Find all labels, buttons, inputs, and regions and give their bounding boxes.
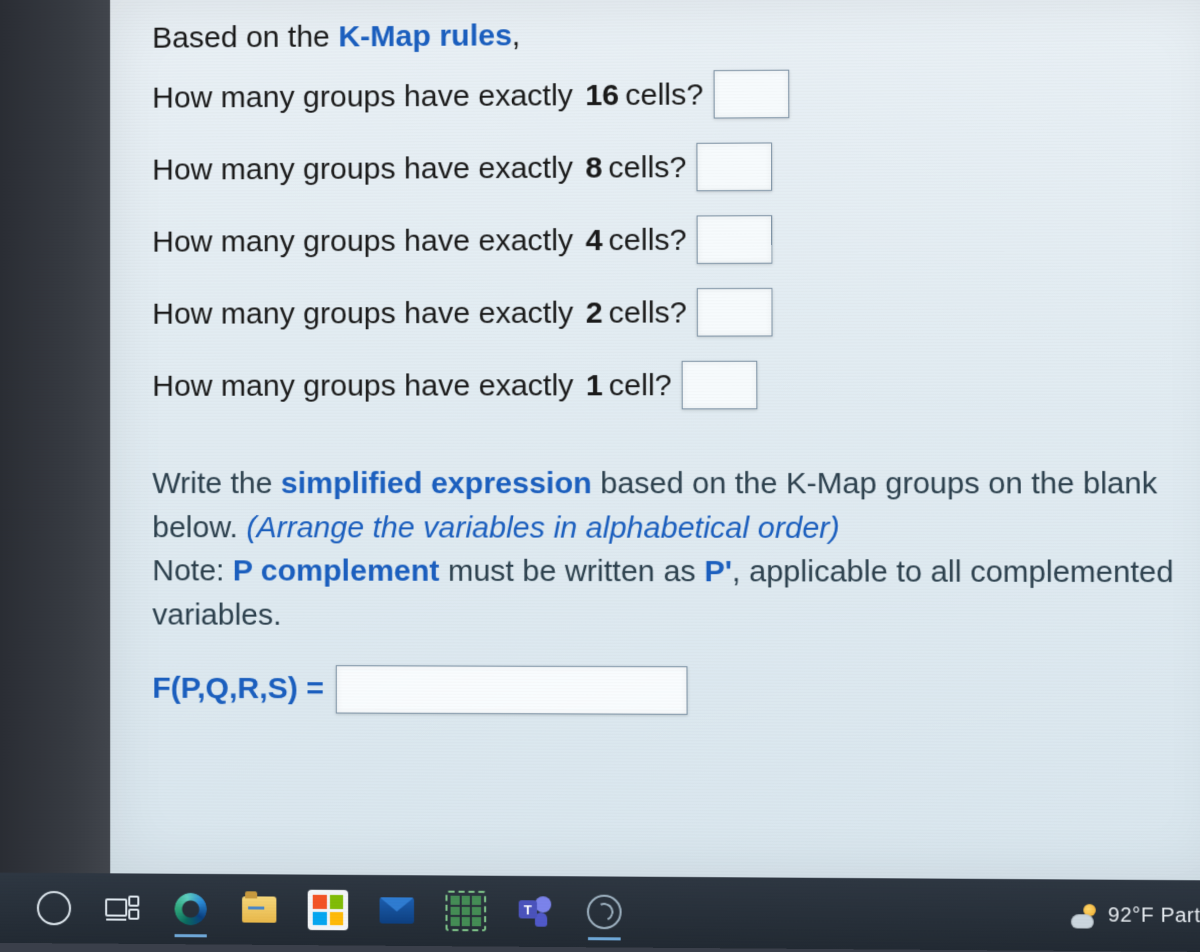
task-view-icon	[105, 894, 139, 922]
intro-prefix: Based on the	[152, 20, 338, 54]
q-text: How many groups have exactly	[152, 148, 573, 189]
teams-button[interactable]: T	[515, 891, 556, 932]
q-number: 8	[585, 148, 602, 187]
answer-input-16[interactable]	[714, 70, 790, 119]
windows-taskbar: T 92°F Partl	[0, 873, 1200, 952]
q-number: 1	[586, 366, 603, 405]
file-explorer-button[interactable]	[239, 889, 279, 930]
quiz-content: Based on the K-Map rules, How many group…	[110, 0, 1200, 880]
q-suffix: cells?	[608, 147, 686, 187]
weather-icon	[1071, 902, 1098, 929]
question-1-cell: How many groups have exactly 1 cell?	[152, 360, 1191, 410]
p-prime-label: P'	[704, 555, 732, 588]
q-suffix: cells?	[608, 220, 686, 260]
intro-line: Based on the K-Map rules,	[152, 14, 1189, 55]
intro-suffix: ,	[512, 19, 521, 52]
q-text: How many groups have exactly	[152, 76, 573, 118]
expression-instructions: Write the simplified expression based on…	[152, 462, 1192, 639]
edge-browser-button[interactable]	[171, 889, 211, 930]
microsoft-store-button[interactable]	[308, 890, 349, 931]
note-pre: Note:	[152, 554, 233, 587]
q-text: How many groups have exactly	[152, 220, 573, 261]
q-number: 16	[585, 75, 619, 114]
weather-text: 92°F Partl	[1108, 904, 1200, 928]
grid-icon	[445, 891, 486, 932]
calculator-button[interactable]	[445, 891, 486, 932]
task-view-button[interactable]	[102, 888, 142, 928]
q-number: 4	[585, 220, 602, 259]
edge-icon	[175, 893, 207, 925]
mail-button[interactable]	[377, 890, 418, 931]
question-8-cells: How many groups have exactly 8 cells?	[152, 140, 1190, 193]
instr-pre: Write the	[152, 467, 281, 500]
circle-icon	[587, 895, 622, 930]
function-label: F(P,Q,R,S) =	[152, 672, 324, 707]
mail-icon	[380, 897, 415, 923]
arrange-note: (Arrange the variables in alphabetical o…	[246, 511, 840, 545]
answer-input-8[interactable]	[697, 142, 773, 191]
teams-icon: T	[519, 896, 552, 927]
p-complement-label: P complement	[233, 554, 440, 588]
q-suffix: cells?	[609, 293, 687, 333]
q-number: 2	[586, 293, 603, 332]
app-button[interactable]	[584, 892, 625, 933]
store-icon	[308, 890, 349, 931]
question-2-cells: How many groups have exactly 2 cells?	[152, 287, 1191, 338]
expression-line: F(P,Q,R,S) =	[152, 665, 1192, 717]
answer-input-4[interactable]	[697, 215, 773, 264]
q-text: How many groups have exactly	[152, 293, 573, 333]
start-button[interactable]	[34, 888, 74, 928]
q-suffix: cells?	[625, 75, 703, 115]
simplified-expression-label: simplified expression	[281, 467, 592, 500]
q-text: How many groups have exactly	[152, 366, 573, 406]
question-4-cells: How many groups have exactly 4 cells?	[152, 213, 1190, 265]
kmap-rules-label: K-Map rules	[338, 19, 512, 53]
expression-input[interactable]	[336, 665, 688, 715]
question-16-cells: How many groups have exactly 16 cells?	[152, 67, 1190, 121]
taskbar-weather[interactable]: 92°F Partl	[1071, 902, 1200, 929]
folder-icon	[242, 896, 276, 922]
start-icon	[37, 891, 71, 925]
note-mid: must be written as	[439, 555, 704, 589]
answer-input-1[interactable]	[682, 361, 758, 410]
q-suffix: cell?	[609, 365, 672, 404]
answer-input-2[interactable]	[697, 288, 773, 337]
